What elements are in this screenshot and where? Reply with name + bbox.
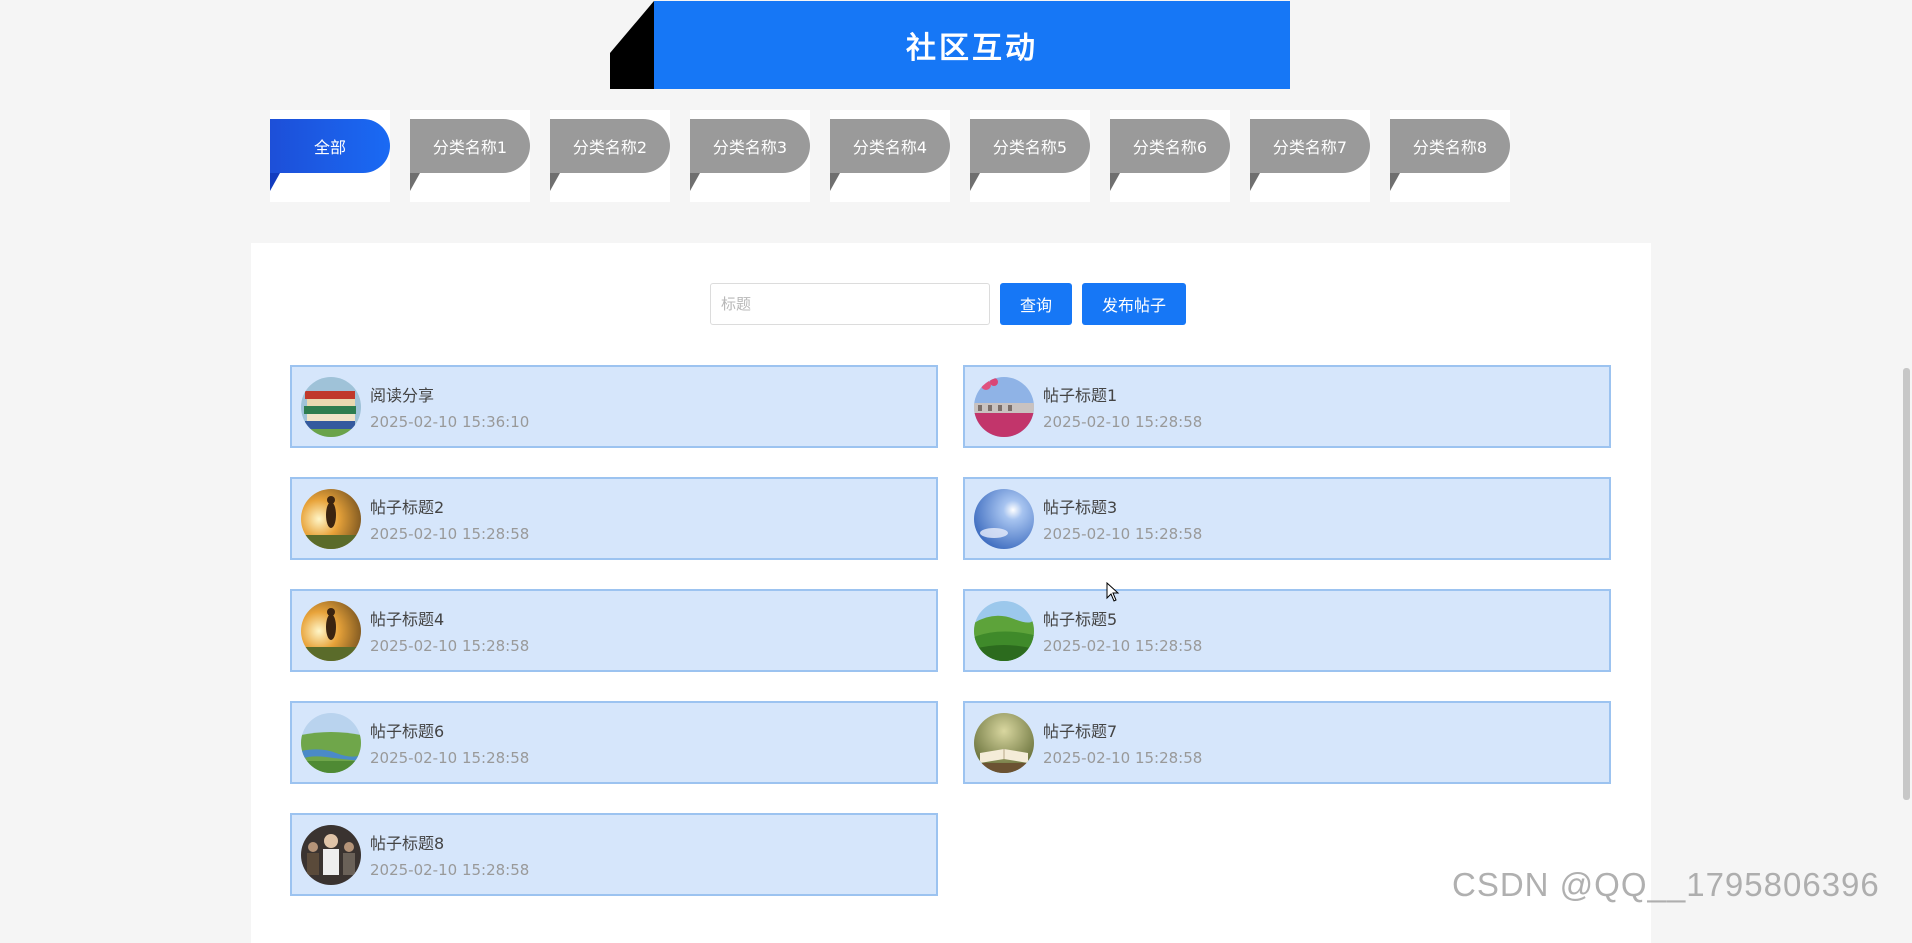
- tab-fold-decoration: [690, 173, 700, 191]
- publish-post-button[interactable]: 发布帖子: [1082, 283, 1187, 325]
- tab-category-1[interactable]: 分类名称1: [410, 110, 530, 202]
- tab-label: 全部: [270, 119, 390, 173]
- tab-label: 分类名称4: [830, 119, 950, 173]
- post-timestamp: 2025-02-10 15:28:58: [370, 861, 530, 879]
- post-title: 帖子标题5: [1043, 610, 1118, 629]
- tab-label: 分类名称8: [1390, 119, 1510, 173]
- tab-label: 分类名称2: [550, 119, 670, 173]
- tab-category-5[interactable]: 分类名称5: [970, 110, 1090, 202]
- tab-category-4[interactable]: 分类名称4: [830, 110, 950, 202]
- mouse-cursor-icon: [1106, 582, 1120, 602]
- post-timestamp: 2025-02-10 15:28:58: [1043, 749, 1203, 767]
- tab-category-3[interactable]: 分类名称3: [690, 110, 810, 202]
- title-search-input[interactable]: [710, 283, 990, 325]
- post-title: 阅读分享: [370, 386, 435, 405]
- post-timestamp: 2025-02-10 15:28:58: [370, 637, 530, 655]
- tab-fold-decoration: [970, 173, 980, 191]
- post-card[interactable]: 帖子标题5 2025-02-10 15:28:58: [963, 589, 1611, 672]
- post-card[interactable]: 帖子标题3 2025-02-10 15:28:58: [963, 477, 1611, 560]
- books-thumbnail: [301, 376, 361, 437]
- tab-label: 分类名称3: [690, 119, 810, 173]
- vertical-scrollbar[interactable]: [1903, 368, 1910, 800]
- tab-category-8[interactable]: 分类名称8: [1390, 110, 1510, 202]
- post-card[interactable]: 帖子标题4 2025-02-10 15:28:58: [290, 589, 938, 672]
- tab-fold-decoration: [270, 173, 280, 191]
- tab-label: 分类名称6: [1110, 119, 1230, 173]
- tab-label: 分类名称7: [1250, 119, 1370, 173]
- header-fold-decoration: [610, 1, 654, 89]
- tab-fold-decoration: [830, 173, 840, 191]
- open-book-thumbnail: [974, 712, 1034, 773]
- tab-fold-decoration: [1390, 173, 1400, 191]
- tab-label: 分类名称5: [970, 119, 1090, 173]
- river-landscape-thumbnail: [301, 712, 361, 773]
- post-card[interactable]: 阅读分享 2025-02-10 15:36:10: [290, 365, 938, 448]
- post-title: 帖子标题1: [1043, 386, 1118, 405]
- post-card[interactable]: 帖子标题6 2025-02-10 15:28:58: [290, 701, 938, 784]
- search-bar: 查询 发布帖子: [710, 283, 1187, 325]
- post-timestamp: 2025-02-10 15:28:58: [370, 525, 530, 543]
- tab-label: 分类名称1: [410, 119, 530, 173]
- query-button[interactable]: 查询: [1000, 283, 1073, 325]
- post-timestamp: 2025-02-10 15:28:58: [1043, 413, 1203, 431]
- post-title: 帖子标题6: [370, 722, 445, 741]
- runner-sunset-thumbnail: [301, 488, 361, 549]
- post-timestamp: 2025-02-10 15:28:58: [1043, 637, 1203, 655]
- post-timestamp: 2025-02-10 15:28:58: [1043, 525, 1203, 543]
- post-title: 帖子标题7: [1043, 722, 1118, 741]
- watermark: CSDN @QQ__1795806396: [1452, 866, 1880, 903]
- blue-sky-sun-thumbnail: [974, 488, 1034, 549]
- category-tabs: 全部 分类名称1 分类名称2 分类名称3 分类名称4 分类名称5 分类名称6 分…: [270, 110, 1510, 202]
- post-title: 帖子标题4: [370, 610, 445, 629]
- tab-category-7[interactable]: 分类名称7: [1250, 110, 1370, 202]
- tab-all[interactable]: 全部: [270, 110, 390, 202]
- post-timestamp: 2025-02-10 15:28:58: [370, 749, 530, 767]
- post-title: 帖子标题3: [1043, 498, 1118, 517]
- tab-category-6[interactable]: 分类名称6: [1110, 110, 1230, 202]
- tab-fold-decoration: [410, 173, 420, 191]
- post-card[interactable]: 帖子标题8 2025-02-10 15:28:58: [290, 813, 938, 896]
- tab-fold-decoration: [1110, 173, 1120, 191]
- tab-fold-decoration: [1250, 173, 1260, 191]
- post-timestamp: 2025-02-10 15:36:10: [370, 413, 530, 431]
- page-header: 社区互动: [610, 1, 1290, 89]
- tab-fold-decoration: [550, 173, 560, 191]
- people-thumbnail: [301, 824, 361, 885]
- page-title: 社区互动: [654, 1, 1290, 89]
- post-card[interactable]: 帖子标题7 2025-02-10 15:28:58: [963, 701, 1611, 784]
- post-title: 帖子标题2: [370, 498, 445, 517]
- flowers-building-thumbnail: [974, 376, 1034, 437]
- post-card[interactable]: 帖子标题1 2025-02-10 15:28:58: [963, 365, 1611, 448]
- runner-sunset-thumbnail: [301, 600, 361, 661]
- green-hills-thumbnail: [974, 600, 1034, 661]
- post-card[interactable]: 帖子标题2 2025-02-10 15:28:58: [290, 477, 938, 560]
- post-title: 帖子标题8: [370, 834, 445, 853]
- tab-category-2[interactable]: 分类名称2: [550, 110, 670, 202]
